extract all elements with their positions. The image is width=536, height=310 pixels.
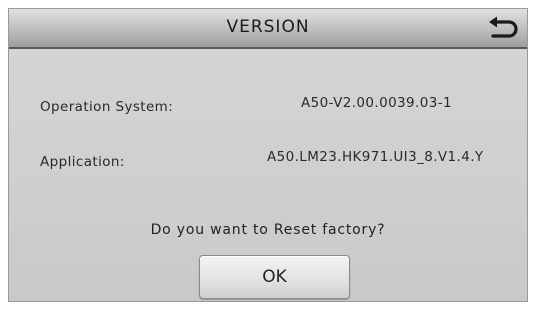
page-title: VERSION	[226, 17, 310, 37]
title-bar: VERSION	[9, 9, 527, 49]
operation-system-label: Operation System:	[40, 99, 174, 115]
application-label: Application:	[40, 154, 125, 170]
ok-button[interactable]: OK	[199, 255, 350, 299]
application-value: A50.LM23.HK971.UI3_8.V1.4.Y	[267, 149, 484, 165]
back-button[interactable]	[485, 13, 521, 45]
return-arrow-icon	[489, 16, 518, 38]
version-screen: VERSION Operation System: A50-V2.00.0039…	[8, 8, 528, 302]
reset-factory-prompt: Do you want to Reset factory?	[150, 222, 386, 238]
operation-system-value: A50-V2.00.0039.03-1	[301, 95, 452, 111]
